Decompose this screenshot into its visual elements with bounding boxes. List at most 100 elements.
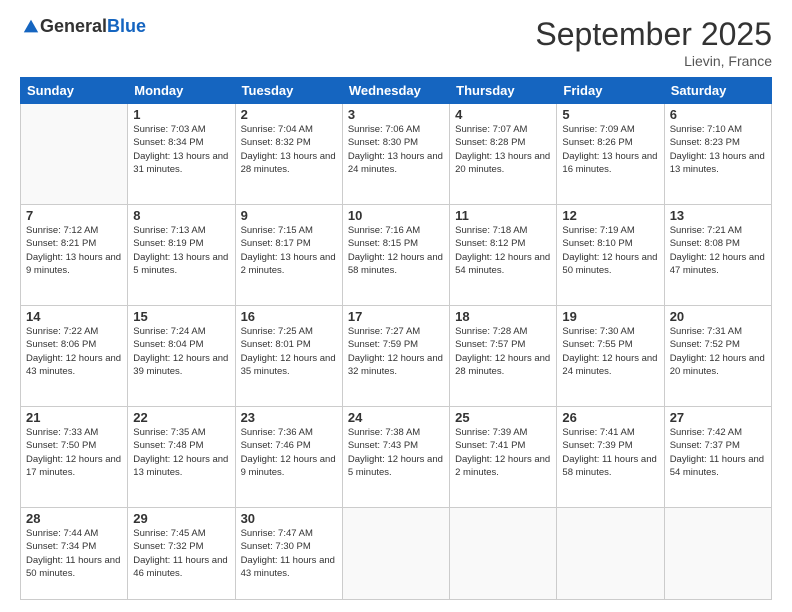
table-row: 16Sunrise: 7:25 AMSunset: 8:01 PMDayligh… <box>235 306 342 407</box>
header: General Blue September 2025 Lievin, Fran… <box>20 16 772 69</box>
day-info: Sunrise: 7:09 AMSunset: 8:26 PMDaylight:… <box>562 123 658 176</box>
day-info: Sunrise: 7:15 AMSunset: 8:17 PMDaylight:… <box>241 224 337 277</box>
day-info: Sunrise: 7:06 AMSunset: 8:30 PMDaylight:… <box>348 123 444 176</box>
table-row: 24Sunrise: 7:38 AMSunset: 7:43 PMDayligh… <box>342 407 449 508</box>
day-number: 5 <box>562 107 658 122</box>
table-row: 18Sunrise: 7:28 AMSunset: 7:57 PMDayligh… <box>450 306 557 407</box>
table-row: 21Sunrise: 7:33 AMSunset: 7:50 PMDayligh… <box>21 407 128 508</box>
day-info: Sunrise: 7:19 AMSunset: 8:10 PMDaylight:… <box>562 224 658 277</box>
table-row: 30Sunrise: 7:47 AMSunset: 7:30 PMDayligh… <box>235 508 342 600</box>
day-number: 29 <box>133 511 229 526</box>
day-number: 25 <box>455 410 551 425</box>
calendar: Sunday Monday Tuesday Wednesday Thursday… <box>20 77 772 600</box>
day-info: Sunrise: 7:22 AMSunset: 8:06 PMDaylight:… <box>26 325 122 378</box>
day-info: Sunrise: 7:33 AMSunset: 7:50 PMDaylight:… <box>26 426 122 479</box>
day-number: 12 <box>562 208 658 223</box>
day-info: Sunrise: 7:21 AMSunset: 8:08 PMDaylight:… <box>670 224 766 277</box>
day-number: 15 <box>133 309 229 324</box>
col-tuesday: Tuesday <box>235 78 342 104</box>
table-row: 3Sunrise: 7:06 AMSunset: 8:30 PMDaylight… <box>342 104 449 205</box>
col-saturday: Saturday <box>664 78 771 104</box>
day-info: Sunrise: 7:31 AMSunset: 7:52 PMDaylight:… <box>670 325 766 378</box>
table-row: 1Sunrise: 7:03 AMSunset: 8:34 PMDaylight… <box>128 104 235 205</box>
table-row <box>21 104 128 205</box>
month-title: September 2025 <box>535 16 772 53</box>
col-wednesday: Wednesday <box>342 78 449 104</box>
table-row: 10Sunrise: 7:16 AMSunset: 8:15 PMDayligh… <box>342 205 449 306</box>
day-number: 7 <box>26 208 122 223</box>
day-info: Sunrise: 7:16 AMSunset: 8:15 PMDaylight:… <box>348 224 444 277</box>
day-number: 6 <box>670 107 766 122</box>
day-number: 20 <box>670 309 766 324</box>
day-info: Sunrise: 7:30 AMSunset: 7:55 PMDaylight:… <box>562 325 658 378</box>
day-number: 10 <box>348 208 444 223</box>
table-row: 6Sunrise: 7:10 AMSunset: 8:23 PMDaylight… <box>664 104 771 205</box>
day-number: 1 <box>133 107 229 122</box>
day-info: Sunrise: 7:45 AMSunset: 7:32 PMDaylight:… <box>133 527 229 580</box>
table-row: 14Sunrise: 7:22 AMSunset: 8:06 PMDayligh… <box>21 306 128 407</box>
day-number: 22 <box>133 410 229 425</box>
table-row: 5Sunrise: 7:09 AMSunset: 8:26 PMDaylight… <box>557 104 664 205</box>
day-info: Sunrise: 7:38 AMSunset: 7:43 PMDaylight:… <box>348 426 444 479</box>
col-thursday: Thursday <box>450 78 557 104</box>
day-info: Sunrise: 7:03 AMSunset: 8:34 PMDaylight:… <box>133 123 229 176</box>
day-info: Sunrise: 7:44 AMSunset: 7:34 PMDaylight:… <box>26 527 122 580</box>
day-number: 4 <box>455 107 551 122</box>
table-row: 23Sunrise: 7:36 AMSunset: 7:46 PMDayligh… <box>235 407 342 508</box>
day-number: 9 <box>241 208 337 223</box>
table-row: 7Sunrise: 7:12 AMSunset: 8:21 PMDaylight… <box>21 205 128 306</box>
table-row <box>342 508 449 600</box>
table-row: 22Sunrise: 7:35 AMSunset: 7:48 PMDayligh… <box>128 407 235 508</box>
day-number: 27 <box>670 410 766 425</box>
day-info: Sunrise: 7:42 AMSunset: 7:37 PMDaylight:… <box>670 426 766 479</box>
day-number: 28 <box>26 511 122 526</box>
day-info: Sunrise: 7:25 AMSunset: 8:01 PMDaylight:… <box>241 325 337 378</box>
table-row: 4Sunrise: 7:07 AMSunset: 8:28 PMDaylight… <box>450 104 557 205</box>
logo-icon <box>22 18 40 36</box>
table-row: 2Sunrise: 7:04 AMSunset: 8:32 PMDaylight… <box>235 104 342 205</box>
day-number: 11 <box>455 208 551 223</box>
title-section: September 2025 Lievin, France <box>535 16 772 69</box>
col-friday: Friday <box>557 78 664 104</box>
day-number: 23 <box>241 410 337 425</box>
header-row: Sunday Monday Tuesday Wednesday Thursday… <box>21 78 772 104</box>
day-number: 13 <box>670 208 766 223</box>
table-row <box>664 508 771 600</box>
day-info: Sunrise: 7:04 AMSunset: 8:32 PMDaylight:… <box>241 123 337 176</box>
logo-general-text: General <box>40 16 107 37</box>
day-info: Sunrise: 7:10 AMSunset: 8:23 PMDaylight:… <box>670 123 766 176</box>
table-row: 20Sunrise: 7:31 AMSunset: 7:52 PMDayligh… <box>664 306 771 407</box>
day-info: Sunrise: 7:13 AMSunset: 8:19 PMDaylight:… <box>133 224 229 277</box>
table-row: 26Sunrise: 7:41 AMSunset: 7:39 PMDayligh… <box>557 407 664 508</box>
table-row <box>557 508 664 600</box>
day-info: Sunrise: 7:18 AMSunset: 8:12 PMDaylight:… <box>455 224 551 277</box>
day-info: Sunrise: 7:28 AMSunset: 7:57 PMDaylight:… <box>455 325 551 378</box>
day-info: Sunrise: 7:12 AMSunset: 8:21 PMDaylight:… <box>26 224 122 277</box>
logo: General Blue <box>20 16 146 37</box>
table-row: 19Sunrise: 7:30 AMSunset: 7:55 PMDayligh… <box>557 306 664 407</box>
day-number: 26 <box>562 410 658 425</box>
table-row: 15Sunrise: 7:24 AMSunset: 8:04 PMDayligh… <box>128 306 235 407</box>
day-number: 24 <box>348 410 444 425</box>
table-row: 11Sunrise: 7:18 AMSunset: 8:12 PMDayligh… <box>450 205 557 306</box>
col-sunday: Sunday <box>21 78 128 104</box>
table-row: 9Sunrise: 7:15 AMSunset: 8:17 PMDaylight… <box>235 205 342 306</box>
day-info: Sunrise: 7:35 AMSunset: 7:48 PMDaylight:… <box>133 426 229 479</box>
table-row: 29Sunrise: 7:45 AMSunset: 7:32 PMDayligh… <box>128 508 235 600</box>
table-row <box>450 508 557 600</box>
col-monday: Monday <box>128 78 235 104</box>
page: General Blue September 2025 Lievin, Fran… <box>0 0 792 612</box>
day-info: Sunrise: 7:36 AMSunset: 7:46 PMDaylight:… <box>241 426 337 479</box>
table-row: 28Sunrise: 7:44 AMSunset: 7:34 PMDayligh… <box>21 508 128 600</box>
table-row: 25Sunrise: 7:39 AMSunset: 7:41 PMDayligh… <box>450 407 557 508</box>
table-row: 8Sunrise: 7:13 AMSunset: 8:19 PMDaylight… <box>128 205 235 306</box>
day-number: 16 <box>241 309 337 324</box>
day-number: 21 <box>26 410 122 425</box>
day-number: 30 <box>241 511 337 526</box>
table-row: 13Sunrise: 7:21 AMSunset: 8:08 PMDayligh… <box>664 205 771 306</box>
day-number: 14 <box>26 309 122 324</box>
day-info: Sunrise: 7:47 AMSunset: 7:30 PMDaylight:… <box>241 527 337 580</box>
day-number: 18 <box>455 309 551 324</box>
day-info: Sunrise: 7:41 AMSunset: 7:39 PMDaylight:… <box>562 426 658 479</box>
day-info: Sunrise: 7:39 AMSunset: 7:41 PMDaylight:… <box>455 426 551 479</box>
